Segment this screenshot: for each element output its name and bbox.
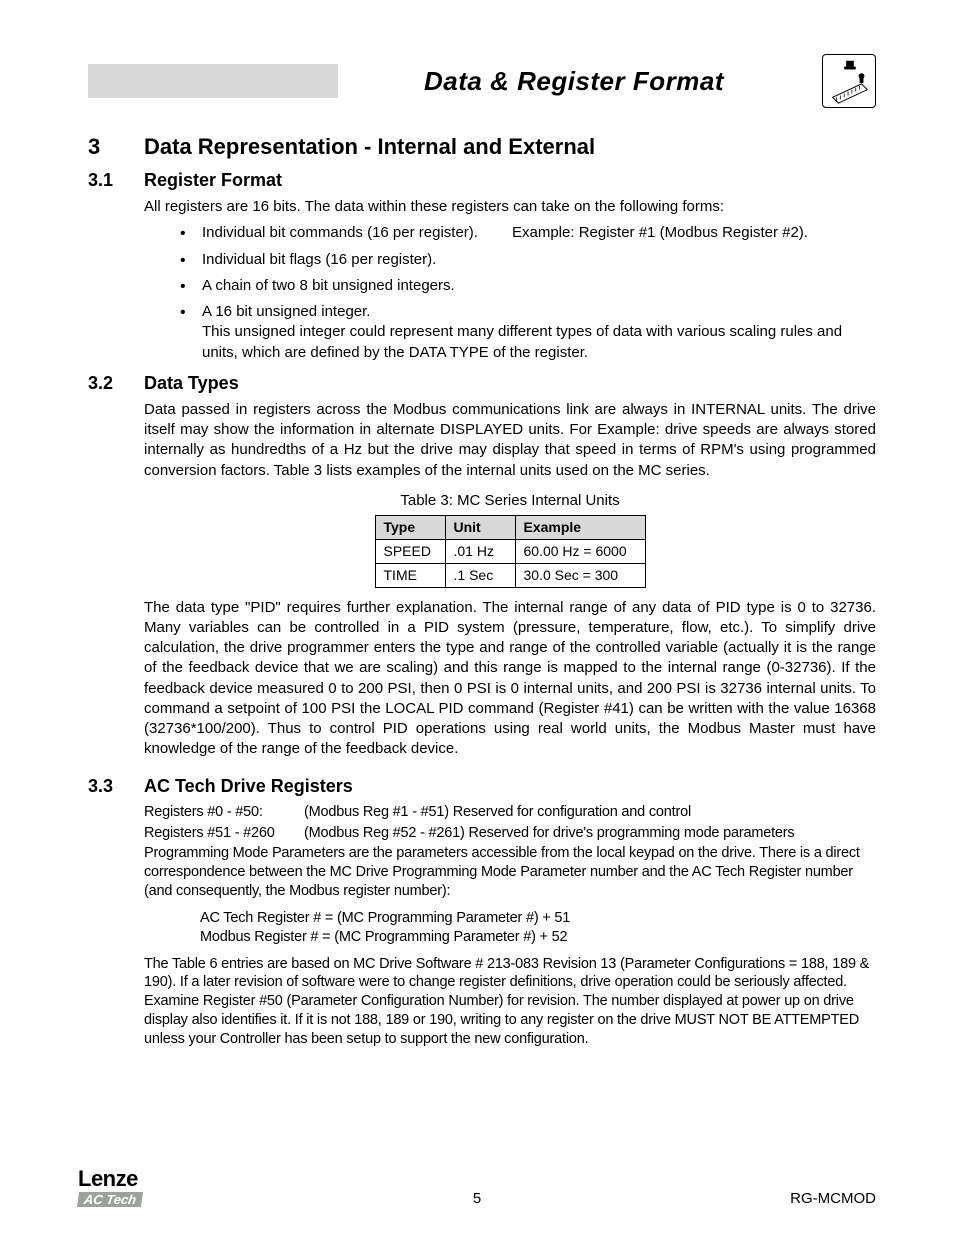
internal-units-table: Type Unit Example SPEED .01 Hz 60.00 Hz …	[375, 515, 646, 588]
paragraph: Data passed in registers across the Modb…	[144, 400, 876, 481]
brand-logo: Lenze AC Tech	[78, 1168, 142, 1207]
subsection-heading: 3.1 Register Format	[88, 170, 876, 191]
list-item-example: Example: Register #1 (Modbus Register #2…	[512, 223, 876, 243]
table-cell: .1 Sec	[445, 563, 515, 587]
list-item: A chain of two 8 bit unsigned integers.	[180, 276, 876, 296]
subsection-title: Data Types	[144, 373, 239, 394]
list-item: Individual bit flags (16 per register).	[180, 250, 876, 270]
table-row: TIME .1 Sec 30.0 Sec = 300	[375, 563, 645, 587]
doc-id: RG-MCMOD	[790, 1190, 876, 1207]
subsection-title: Register Format	[144, 170, 282, 191]
section-title: Data Representation - Internal and Exter…	[144, 134, 595, 160]
register-range: Registers #51 - #260	[144, 824, 304, 843]
table-row: SPEED .01 Hz 60.00 Hz = 6000	[375, 539, 645, 563]
list-item: A 16 bit unsigned integer. This unsigned…	[180, 302, 876, 363]
subsection-number: 3.3	[88, 776, 144, 797]
list-item: Individual bit commands (16 per register…	[180, 223, 876, 243]
list-item-subtext: This unsigned integer could represent ma…	[202, 323, 842, 360]
section-number: 3	[88, 134, 144, 160]
module-icon	[822, 54, 876, 108]
bullet-list: Individual bit commands (16 per register…	[180, 223, 876, 363]
register-range-desc: (Modbus Reg #1 - #51) Reserved for confi…	[304, 803, 691, 822]
table-cell: 60.00 Hz = 6000	[515, 539, 645, 563]
table-cell: SPEED	[375, 539, 445, 563]
page-footer: Lenze AC Tech 5 RG-MCMOD	[78, 1168, 876, 1207]
list-item-text: A chain of two 8 bit unsigned integers.	[202, 277, 455, 294]
list-item-text: Individual bit commands (16 per register…	[202, 223, 512, 243]
register-range: Registers #0 - #50:	[144, 803, 304, 822]
page-number: 5	[473, 1190, 481, 1207]
paragraph: The Table 6 entries are based on MC Driv…	[144, 955, 876, 1049]
formula: Modbus Register # = (MC Programming Para…	[200, 928, 876, 947]
subsection-heading: 3.2 Data Types	[88, 373, 876, 394]
brand-logo-top: Lenze	[78, 1168, 142, 1190]
formula: AC Tech Register # = (MC Programming Par…	[200, 909, 876, 928]
subsection-number: 3.1	[88, 170, 144, 191]
table-caption: Table 3: MC Series Internal Units	[144, 491, 876, 511]
register-range-desc: (Modbus Reg #52 - #261) Reserved for dri…	[304, 824, 794, 843]
list-item-text: A 16 bit unsigned integer.	[202, 303, 370, 320]
section-heading: 3 Data Representation - Internal and Ext…	[88, 134, 876, 160]
table-header: Unit	[445, 516, 515, 540]
paragraph: The data type "PID" requires further exp…	[144, 598, 876, 760]
register-range-line: Registers #0 - #50: (Modbus Reg #1 - #51…	[144, 803, 876, 822]
paragraph: Programming Mode Parameters are the para…	[144, 844, 876, 901]
subsection-number: 3.2	[88, 373, 144, 394]
header-stripe	[88, 64, 338, 98]
table-header: Type	[375, 516, 445, 540]
list-item-text: Individual bit flags (16 per register).	[202, 251, 436, 268]
subsection-title: AC Tech Drive Registers	[144, 776, 353, 797]
table-header-row: Type Unit Example	[375, 516, 645, 540]
register-range-line: Registers #51 - #260 (Modbus Reg #52 - #…	[144, 824, 876, 843]
table-cell: .01 Hz	[445, 539, 515, 563]
table-cell: 30.0 Sec = 300	[515, 563, 645, 587]
paragraph: All registers are 16 bits. The data with…	[144, 197, 876, 217]
doc-header: Data & Register Format	[88, 54, 876, 108]
table-header: Example	[515, 516, 645, 540]
brand-logo-bottom: AC Tech	[77, 1192, 143, 1207]
formula-block: AC Tech Register # = (MC Programming Par…	[200, 909, 876, 947]
table-cell: TIME	[375, 563, 445, 587]
doc-header-title: Data & Register Format	[338, 66, 810, 97]
subsection-heading: 3.3 AC Tech Drive Registers	[88, 776, 876, 797]
